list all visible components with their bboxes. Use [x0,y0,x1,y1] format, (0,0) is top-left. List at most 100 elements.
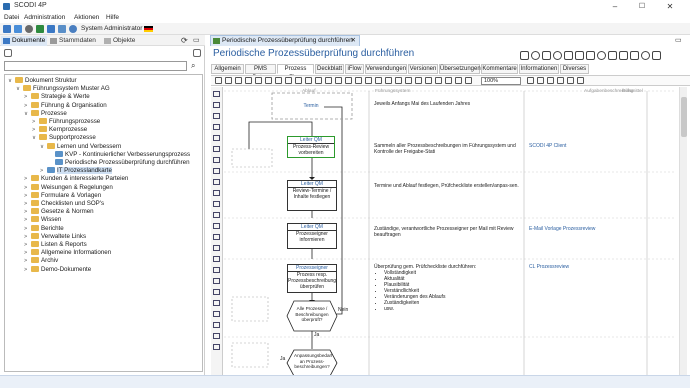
help-doc-icon[interactable] [641,51,650,60]
tree-node[interactable]: > Wissen [24,216,61,224]
save-icon[interactable] [520,51,529,60]
collapse-arrow-icon[interactable]: > [32,126,39,134]
home-icon[interactable] [3,25,11,33]
gear-icon[interactable] [25,25,33,33]
close-tab-icon[interactable]: ✕ [351,36,356,46]
arrow-up-icon[interactable] [365,77,372,84]
data-shape-icon[interactable] [213,124,220,130]
print-icon[interactable] [455,77,462,84]
collapse-arrow-icon[interactable]: > [24,216,31,224]
search-diagram-icon[interactable] [557,77,564,84]
text-shape-icon[interactable] [213,190,220,196]
ungroup-icon[interactable] [405,77,412,84]
delete-icon[interactable] [245,77,252,84]
mail-icon[interactable] [608,51,617,60]
collapse-arrow-icon[interactable]: > [24,184,31,192]
tab-dokumente[interactable]: Dokumente [1,36,48,46]
flow-step-review[interactable]: Prozesseigner Prozess resp. Prozessbesch… [287,264,337,293]
align-right-icon[interactable] [315,77,322,84]
export-icon[interactable] [575,51,584,60]
arrow-right-icon[interactable] [385,77,392,84]
expand-arrow-icon[interactable]: ∨ [16,85,23,93]
align-middle-icon[interactable] [335,77,342,84]
check-icon[interactable] [531,51,540,60]
line-shape-icon[interactable] [213,179,220,185]
tree-node[interactable]: > Führung & Organisation [24,101,107,110]
zoom-select[interactable]: 100% [481,77,521,85]
align-left-icon[interactable] [295,77,302,84]
subtab[interactable]: Diverses [560,64,589,74]
expand-arrow-icon[interactable]: ∨ [40,143,47,151]
swimlane-shape-icon[interactable] [213,201,220,207]
collapse-arrow-icon[interactable]: > [24,225,31,233]
note-shape-icon[interactable] [213,212,220,218]
menu-hilfe[interactable]: Hilfe [106,14,119,21]
group-shape-icon[interactable] [213,278,220,284]
tree-node[interactable]: > Listen & Reports [24,241,87,249]
pointer-icon[interactable] [275,77,282,84]
tree-node[interactable]: > Allgemeine Informationen [24,249,111,257]
align-top-icon[interactable] [325,77,332,84]
link-icon[interactable] [577,77,584,84]
collapse-arrow-icon[interactable]: > [24,102,31,110]
subtab[interactable]: iFlow [345,64,364,74]
search-icon[interactable]: ⌕ [191,61,201,71]
flow-step-inform-owners[interactable]: Leiter QM Prozesseigner informieren [287,223,337,249]
subtab[interactable]: Informationen [519,64,559,74]
collapse-arrow-icon[interactable]: > [24,200,31,208]
tree-node[interactable]: > Archiv [24,257,58,265]
decision-shape-icon[interactable] [213,135,220,141]
align-center-icon[interactable] [305,77,312,84]
tree-node[interactable]: KVP - Kontinuierlicher Verbesserungsproz… [48,150,190,159]
expand-arrow-icon[interactable]: ∨ [32,134,39,142]
collapse-icon[interactable]: ▭ [193,36,200,44]
end-shape-icon[interactable] [213,157,220,163]
collapse-arrow-icon[interactable]: > [24,93,31,101]
redo-icon[interactable] [265,77,272,84]
copy-icon[interactable] [586,51,595,60]
maximize-panel-icon[interactable]: ▭ [675,36,682,44]
lock-icon[interactable] [542,51,551,60]
database-shape-icon[interactable] [213,223,220,229]
tree-node[interactable]: ∨ Prozesse [24,109,67,118]
collapse-arrow-icon[interactable]: > [24,266,31,274]
minimize-button[interactable]: – [605,1,625,12]
lock-icon[interactable] [445,77,452,84]
subtab[interactable]: Verwendungen [365,64,407,74]
list-icon[interactable] [58,25,66,33]
back-icon[interactable] [425,77,432,84]
tree-node[interactable]: > Kernprozesse [32,126,87,134]
cut-icon[interactable] [215,77,222,84]
tree-node[interactable]: Periodische Prozessüberprüfung durchführ… [48,159,190,167]
close-button[interactable]: ✕ [660,1,680,12]
search-input[interactable] [4,61,187,71]
tree-node[interactable]: > Formulare & Vorlagen [24,191,101,200]
subprocess-shape-icon[interactable] [213,102,220,108]
language-flag-icon[interactable] [144,26,153,32]
workflow-icon[interactable] [36,25,44,33]
tree-node[interactable]: > IT Prozesslandkarte [40,167,112,175]
flow-step-define-terms[interactable]: Leiter QM Review-Termine / Inhalte festl… [287,180,337,211]
align-bottom-icon[interactable] [345,77,352,84]
collapse-arrow-icon[interactable]: > [24,257,31,265]
flow-canvas[interactable]: Ablauf Führungssystem Aufgabenbeschreibu… [224,87,676,377]
help-icon[interactable] [69,25,77,33]
chart-shape-icon[interactable] [213,267,220,273]
print-icon[interactable] [564,51,573,60]
collapse-arrow-icon[interactable]: > [24,241,31,249]
tree-node[interactable]: > Weisungen & Regelungen [24,183,113,192]
collapse-arrow-icon[interactable]: > [24,249,31,257]
tree-node[interactable]: > Strategie & Werte [24,93,90,101]
tree-node[interactable]: > Verwaltete Links [24,232,86,241]
edit-icon[interactable] [47,25,55,33]
tab-stammdaten[interactable]: Stammdaten [48,36,98,46]
form-shape-icon[interactable] [213,344,220,350]
checklist-shape-icon[interactable] [213,333,220,339]
undo-icon[interactable] [255,77,262,84]
flow-start-event[interactable]: Termin [286,101,336,111]
tree-node[interactable]: > Berichte [24,224,64,233]
connector-shape-icon[interactable] [213,168,220,174]
connect-icon[interactable] [285,77,292,84]
refresh-icon[interactable]: ⟳ [181,36,188,45]
zoom-in-icon[interactable] [527,77,534,84]
